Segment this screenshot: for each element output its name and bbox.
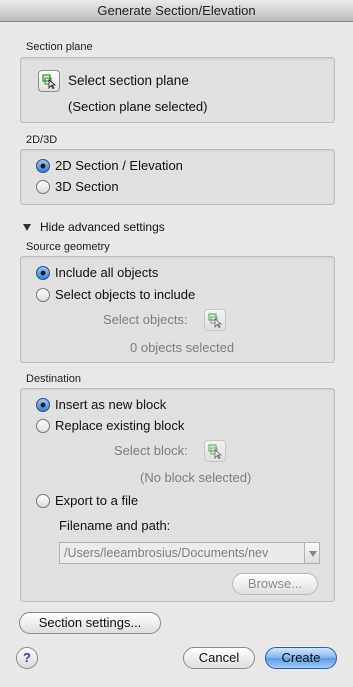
radio-2d-section[interactable] [36,159,50,173]
section-plane-label: Section plane [26,41,93,53]
radio-replace-existing-block[interactable] [36,419,50,433]
help-icon[interactable]: ? [16,647,38,669]
disclosure-triangle-icon[interactable] [23,224,31,231]
objects-selected-count: 0 objects selected [130,340,235,355]
select-section-plane-label[interactable]: Select section plane [68,73,189,88]
browse-button[interactable]: Browse... [232,573,318,595]
select-pick-icon [42,74,57,89]
radio-2d-section-label[interactable]: 2D Section / Elevation [55,158,183,173]
radio-export-to-file-label[interactable]: Export to a file [55,493,138,508]
cancel-button[interactable]: Cancel [183,647,255,669]
radio-insert-new-block-label[interactable]: Insert as new block [55,397,166,412]
radio-insert-new-block[interactable] [36,398,50,412]
section-plane-group: Select section plane (Section plane sele… [20,57,335,123]
block-status: (No block selected) [140,470,252,485]
hide-advanced-settings-toggle[interactable]: Hide advanced settings [40,220,165,234]
create-button[interactable]: Create [265,647,337,669]
select-block-label: Select block: [114,443,188,458]
radio-include-all-objects[interactable] [36,266,50,280]
select-pick-icon [208,313,223,328]
mode-group-label: 2D/3D [26,134,58,146]
source-geometry-label: Source geometry [26,241,110,253]
radio-3d-section[interactable] [36,180,50,194]
window-title: Generate Section/Elevation [0,0,353,22]
select-section-plane-button[interactable] [38,70,60,92]
radio-replace-existing-block-label[interactable]: Replace existing block [55,418,184,433]
path-dropdown-button[interactable] [304,542,320,564]
source-geometry-group: Include all objects Select objects to in… [20,256,335,363]
radio-export-to-file[interactable] [36,494,50,508]
select-objects-label: Select objects: [103,312,188,327]
section-settings-button[interactable]: Section settings... [19,612,161,634]
destination-label: Destination [26,373,82,385]
radio-3d-section-label[interactable]: 3D Section [55,179,119,194]
destination-group: Insert as new block Replace existing blo… [20,388,335,602]
radio-select-objects-label[interactable]: Select objects to include [55,287,195,302]
select-pick-icon [208,444,223,459]
radio-select-objects[interactable] [36,288,50,302]
filename-path-field[interactable]: /Users/leeambrosius/Documents/nev [59,542,314,564]
select-objects-button[interactable] [204,309,226,331]
mode-group: 2D Section / Elevation 3D Section [20,149,335,205]
radio-include-all-objects-label[interactable]: Include all objects [55,265,158,280]
section-plane-status: (Section plane selected) [68,99,208,114]
filename-path-label: Filename and path: [59,518,171,533]
select-block-button[interactable] [204,440,226,462]
